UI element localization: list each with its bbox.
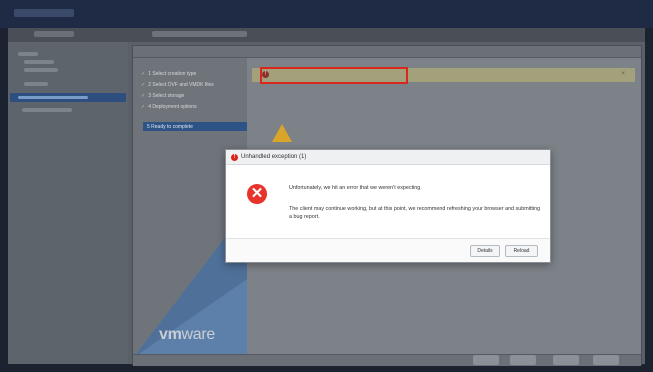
app-top-bar (0, 0, 653, 28)
wizard-footer (133, 354, 641, 366)
vmware-logo: vmware (159, 326, 215, 344)
wizard-step-2[interactable]: ✓ 2 Select OVF and VMDK files (141, 82, 214, 88)
nav-item[interactable] (18, 52, 38, 56)
wizard-step-5-current[interactable]: 5 Ready to complete (143, 122, 247, 131)
warning-icon (272, 124, 292, 142)
app-title (14, 9, 74, 17)
step-label: 1 Select creation type (148, 71, 197, 77)
back-button[interactable] (473, 355, 499, 365)
breadcrumb (152, 31, 247, 37)
wizard-step-4[interactable]: ✓ 4 Deployment options (141, 104, 197, 110)
close-icon[interactable]: × (621, 71, 625, 77)
red-highlight-box (260, 67, 408, 84)
nav-item[interactable] (22, 108, 72, 112)
sub-bar-title (34, 31, 74, 37)
dialog-message-primary: Unfortunately, we hit an error that we w… (289, 185, 422, 191)
step-label: 5 Ready to complete (147, 124, 193, 130)
wizard-step-1[interactable]: ✓ 1 Select creation type (141, 71, 196, 77)
reload-button[interactable]: Reload (505, 245, 538, 257)
app-sub-bar (8, 28, 645, 42)
logo-vm-text: vm (159, 326, 182, 343)
step-label: 2 Select OVF and VMDK files (148, 82, 214, 88)
step-label: 4 Deployment options (148, 104, 197, 110)
dialog-message-secondary: The client may continue working, but at … (289, 206, 541, 220)
nav-item[interactable] (24, 68, 58, 72)
nav-item-selected[interactable] (10, 93, 126, 102)
error-x-icon: ✕ (247, 184, 267, 204)
details-button[interactable]: Details (470, 245, 500, 257)
check-icon: ✓ (141, 93, 146, 99)
check-icon: ✓ (141, 71, 146, 77)
navigator-pane (8, 42, 128, 364)
dialog-title: Unhandled exception (1) (241, 154, 307, 160)
dialog-header: ! Unhandled exception (1) (226, 150, 550, 165)
unhandled-exception-dialog: ! Unhandled exception (1) ✕ Unfortunatel… (225, 149, 551, 263)
check-icon: ✓ (141, 82, 146, 88)
nav-item-label (18, 96, 88, 99)
finish-button[interactable] (553, 355, 579, 365)
check-icon: ✓ (141, 104, 146, 110)
step-label: 3 Select storage (148, 93, 185, 99)
error-icon: ! (231, 154, 238, 161)
nav-item[interactable] (24, 60, 54, 64)
logo-ware-text: ware (181, 326, 216, 343)
wizard-title-bar (133, 46, 641, 58)
nav-item[interactable] (24, 82, 48, 86)
cancel-button[interactable] (593, 355, 619, 365)
wizard-step-3[interactable]: ✓ 3 Select storage (141, 93, 184, 99)
next-button[interactable] (510, 355, 536, 365)
dialog-footer: Details Reload (226, 238, 550, 262)
